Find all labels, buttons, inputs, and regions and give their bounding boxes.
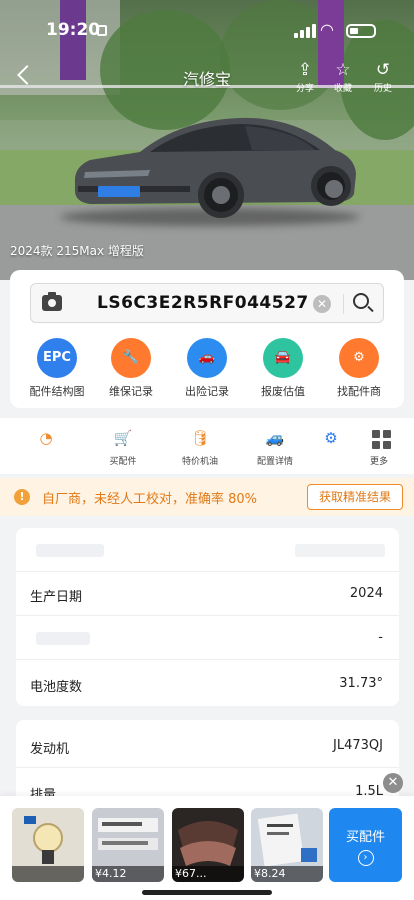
info-row (16, 528, 399, 572)
accuracy-notice: ! 自厂商，未经人工校对，准确率 80% 获取精准结果 (0, 478, 414, 516)
license-plate (98, 186, 140, 197)
shortcut-row: ◔ 🛒 买配件 🛢 特价机油 🚙 配置详情 ⚙ 更多 (0, 418, 414, 474)
product-card[interactable]: ¥4.12 (92, 808, 164, 882)
vehicle-hero-image: 2024款 215Max 增程版 19:20 ◠ 汽修宝 ⇪ 分享 ☆ 收藏 ↺… (0, 0, 414, 280)
more-label[interactable]: 更多 (370, 454, 388, 467)
notice-text: 自厂商，未经人工校对，准确率 80% (42, 492, 258, 507)
chevron-right-icon: › (357, 850, 374, 866)
shortcut-1[interactable]: ◔ (16, 426, 76, 454)
favorite-icon: ☆ (335, 60, 351, 80)
favorite-button[interactable]: ☆ 收藏 (326, 60, 360, 94)
product-strip: ¥4.12 ¥67... ¥8.24 买配件 › (0, 796, 414, 900)
car-value-icon: 🚘 (263, 338, 303, 378)
share-icon: ⇪ (297, 60, 313, 80)
cart-icon: 🛒 (113, 429, 133, 447)
function-epc[interactable]: EPC 配件结构图 (18, 338, 96, 399)
grid-icon[interactable] (372, 430, 392, 450)
shortcut-config-details[interactable]: 🚙 配置详情 (245, 426, 305, 467)
wrench-icon: 🔧 (111, 338, 151, 378)
wifi-icon: ◠ (320, 20, 334, 39)
buy-parts-button[interactable]: 买配件 › (329, 808, 402, 882)
shortcut-5[interactable]: ⚙ (316, 426, 346, 454)
product-card[interactable]: ¥8.24 (251, 808, 323, 882)
vin-value: LS6C3E2R5RF044527 (97, 293, 309, 313)
car-icon: 🚙 (265, 429, 285, 447)
info-row: 发动机 JL473QJ (16, 724, 399, 768)
search-icon[interactable] (353, 293, 369, 309)
history-icon: ↺ (375, 60, 391, 80)
info-icon: ! (14, 489, 30, 505)
function-maintenance[interactable]: 🔧 维保记录 (92, 338, 170, 399)
clear-icon[interactable]: ✕ (313, 295, 331, 313)
battery-icon (346, 24, 376, 38)
history-button[interactable]: ↺ 历史 (366, 60, 400, 94)
signal-icon (294, 24, 316, 38)
gauge-icon: ◔ (39, 429, 53, 447)
vehicle-info-card: 生产日期 2024 - 电池度数 31.73° (16, 528, 399, 706)
function-find-supplier[interactable]: ⚙ 找配件商 (320, 338, 398, 399)
blurred-label (36, 544, 104, 557)
status-time: 19:20 (46, 20, 101, 40)
product-card[interactable]: ¥67... (172, 808, 244, 882)
vehicle-model-caption: 2024款 215Max 增程版 (10, 244, 144, 258)
function-accident[interactable]: 🚗 出险记录 (168, 338, 246, 399)
vin-input[interactable]: LS6C3E2R5RF044527 ✕ (30, 283, 384, 323)
info-row: - (16, 616, 399, 660)
oil-icon: 🛢 (190, 429, 210, 447)
product-card[interactable] (12, 808, 84, 882)
gear-icon: ⚙ (339, 338, 379, 378)
info-row: 生产日期 2024 (16, 572, 399, 616)
car-crash-icon: 🚗 (187, 338, 227, 378)
settings-icon: ⚙ (324, 429, 338, 447)
vin-search-card: LS6C3E2R5RF044527 ✕ EPC 配件结构图 🔧 维保记录 🚗 出… (10, 270, 404, 408)
function-row: EPC 配件结构图 🔧 维保记录 🚗 出险记录 🚘 报废估值 ⚙ 找配件商 (10, 338, 404, 402)
epc-icon: EPC (37, 338, 77, 378)
shortcut-oil-deal[interactable]: 🛢 特价机油 (170, 426, 230, 467)
close-icon[interactable]: ✕ (383, 773, 403, 793)
blurred-value (295, 544, 385, 557)
home-indicator (142, 890, 272, 895)
function-valuation[interactable]: 🚘 报废估值 (244, 338, 322, 399)
orientation-lock-icon (97, 25, 107, 36)
share-button[interactable]: ⇪ 分享 (288, 60, 322, 94)
shortcut-buy-parts[interactable]: 🛒 买配件 (93, 426, 153, 467)
blurred-label (36, 632, 90, 645)
status-bar: 19:20 ◠ (0, 14, 414, 44)
camera-icon[interactable] (42, 292, 62, 311)
get-accurate-result-button[interactable]: 获取精准结果 (307, 484, 403, 510)
info-row: 电池度数 31.73° (30, 676, 383, 695)
navigation-bar: 汽修宝 ⇪ 分享 ☆ 收藏 ↺ 历史 (0, 56, 414, 96)
